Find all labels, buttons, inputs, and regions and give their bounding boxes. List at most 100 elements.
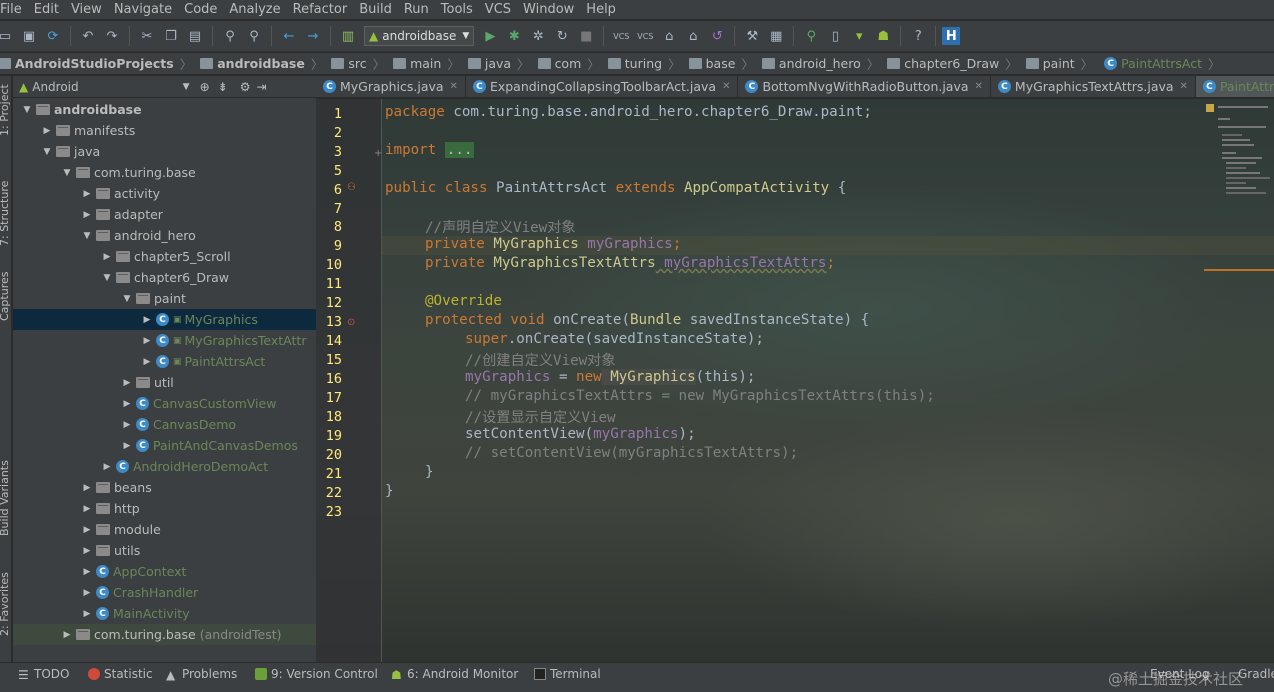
tree-class-item[interactable]: ▶ C ▣ PaintAttrsAct xyxy=(13,351,316,372)
tree-class-item[interactable]: ▶ C CrashHandler xyxy=(13,582,316,603)
tree-class-item[interactable]: ▶ C ▣ MyGraphics xyxy=(13,309,316,330)
breadcrumb-item[interactable]: chapter6_Draw 〉 xyxy=(883,54,1022,73)
breadcrumb-item[interactable]: turing 〉 xyxy=(604,54,685,73)
chevron-right-icon[interactable]: ▶ xyxy=(141,357,153,367)
open-folder-icon[interactable]: ▭ xyxy=(0,25,16,47)
tree-folder-item[interactable]: ▶ com.turing.base (androidTest) xyxy=(13,624,316,645)
chevron-down-icon[interactable]: ▼ xyxy=(101,273,113,283)
settings-icon[interactable]: ⚒ xyxy=(741,25,763,47)
chevron-right-icon[interactable]: ▶ xyxy=(141,315,153,325)
chevron-right-icon[interactable]: ▶ xyxy=(81,546,93,556)
project-structure-icon[interactable]: ▦ xyxy=(765,25,787,47)
chevron-down-icon[interactable]: ▼ xyxy=(81,231,93,241)
tree-folder-item[interactable]: ▼ paint xyxy=(13,288,316,309)
chevron-down-icon[interactable]: ▼ xyxy=(183,82,190,92)
breadcrumb-item[interactable]: android_hero 〉 xyxy=(758,54,883,73)
breadcrumb-item[interactable]: base 〉 xyxy=(685,54,758,73)
menu-vcs[interactable]: VCS xyxy=(479,0,517,20)
tree-folder-item[interactable]: ▼ com.turing.base xyxy=(13,162,316,183)
tab-mygraphics-text-attrs[interactable]: C MyGraphicsTextAttrs.java ✕ xyxy=(991,76,1196,97)
cut-icon[interactable]: ✂ xyxy=(136,25,158,47)
chevron-right-icon[interactable]: ▶ xyxy=(61,630,73,640)
back-icon[interactable]: ← xyxy=(278,25,300,47)
chevron-right-icon[interactable]: ▶ xyxy=(101,252,113,262)
menu-tools[interactable]: Tools xyxy=(435,0,479,20)
copy-icon[interactable]: ❐ xyxy=(160,25,182,47)
chevron-right-icon[interactable]: ▶ xyxy=(121,378,133,388)
fold-icon[interactable]: + xyxy=(374,148,382,159)
tab-expanding-collapsing[interactable]: C ExpandingCollapsingToolbarAct.java ✕ xyxy=(466,76,739,97)
vcs-compare-icon[interactable]: ⌂ xyxy=(658,25,680,47)
menu-help[interactable]: Help xyxy=(580,0,622,20)
redo-icon[interactable]: ↷ xyxy=(101,25,123,47)
project-view-select[interactable]: Android xyxy=(32,80,78,94)
sync-gradle-icon[interactable]: ⚲ xyxy=(800,25,822,47)
override-method-icon[interactable]: ⊙ xyxy=(347,317,355,328)
captures-tool-tab[interactable]: Captures xyxy=(0,272,11,321)
paste-icon[interactable]: ▤ xyxy=(184,25,206,47)
tree-class-item[interactable]: ▶ C CanvasCustomView xyxy=(13,393,316,414)
undo-icon[interactable]: ↶ xyxy=(77,25,99,47)
vcs-commit-icon[interactable]: VCS xyxy=(634,25,656,47)
tab-bottom-nvg[interactable]: C BottomNvgWithRadioButton.java ✕ xyxy=(738,76,991,97)
menu-view[interactable]: View xyxy=(65,0,108,20)
chevron-down-icon[interactable]: ▼ xyxy=(21,105,33,115)
tree-class-item[interactable]: ▶ C AndroidHeroDemoAct xyxy=(13,456,316,477)
close-icon[interactable]: ✕ xyxy=(722,81,730,92)
run-configuration-select[interactable]: ▲ androidbase ▼ xyxy=(364,26,475,46)
chevron-right-icon[interactable]: ▶ xyxy=(81,504,93,514)
sync-icon[interactable]: ⟳ xyxy=(42,25,64,47)
tree-class-item[interactable]: ▶ C ▣ MyGraphicsTextAttr xyxy=(13,330,316,351)
vcs-update-icon[interactable]: VCS xyxy=(610,25,632,47)
tree-folder-item[interactable]: ▶ module xyxy=(13,519,316,540)
save-all-icon[interactable]: ▣ xyxy=(18,25,40,47)
close-icon[interactable]: ✕ xyxy=(975,81,983,92)
android-device-monitor-icon[interactable]: ☗ xyxy=(872,25,894,47)
breadcrumb-item[interactable]: src 〉 xyxy=(327,54,389,73)
chevron-right-icon[interactable]: ▶ xyxy=(81,189,93,199)
android-monitor-tool-button[interactable]: ☗ 6: Android Monitor xyxy=(391,667,518,682)
folded-imports[interactable]: ... xyxy=(444,142,475,158)
sdk-manager-icon[interactable]: ▾ xyxy=(848,25,870,47)
menu-build[interactable]: Build xyxy=(353,0,398,20)
breadcrumb-item[interactable]: main 〉 xyxy=(389,54,464,73)
menu-analyze[interactable]: Analyze xyxy=(223,0,286,20)
tab-paint-attrs-act[interactable]: CPaintAttrsAct.java xyxy=(1195,76,1274,97)
avd-manager-icon[interactable]: ▯ xyxy=(824,25,846,47)
collapse-all-icon[interactable]: ⇟ xyxy=(218,80,228,94)
gear-icon[interactable]: ⚙ xyxy=(240,80,251,94)
problems-tool-button[interactable]: ▲ Problems xyxy=(166,667,237,682)
close-icon[interactable]: ✕ xyxy=(1180,81,1188,92)
tab-mygraphics[interactable]: C MyGraphics.java ✕ xyxy=(316,76,466,97)
chevron-right-icon[interactable]: ▶ xyxy=(121,441,133,451)
tree-folder-item[interactable]: ▼ java xyxy=(13,141,316,162)
statistic-tool-button[interactable]: Statistic xyxy=(88,667,153,681)
chevron-right-icon[interactable]: ▶ xyxy=(81,525,93,535)
chevron-right-icon[interactable]: ▶ xyxy=(101,462,113,472)
tree-class-item[interactable]: ▶ C PaintAndCanvasDemos xyxy=(13,435,316,456)
version-control-tool-button[interactable]: 9: Version Control xyxy=(255,667,378,681)
menu-edit[interactable]: Edit xyxy=(28,0,65,20)
todo-tool-button[interactable]: ☰ TODO xyxy=(18,667,69,682)
tree-folder-item[interactable]: ▶ chapter5_Scroll xyxy=(13,246,316,267)
gradle-tool-button[interactable]: Gradle xyxy=(1238,667,1274,681)
chevron-down-icon[interactable]: ▼ xyxy=(121,294,133,304)
vcs-revert-icon[interactable]: ↺ xyxy=(706,25,728,47)
tree-folder-item[interactable]: ▶ utils xyxy=(13,540,316,561)
tree-folder-item[interactable]: ▶ activity xyxy=(13,183,316,204)
tree-folder-item[interactable]: ▶ beans xyxy=(13,477,316,498)
chevron-right-icon[interactable]: ▶ xyxy=(141,336,153,346)
hide-icon[interactable]: ⇥ xyxy=(256,80,266,94)
project-tool-tab[interactable]: 1: Project xyxy=(0,84,11,136)
chevron-right-icon[interactable]: ▶ xyxy=(81,609,93,619)
breadcrumb-item[interactable]: com 〉 xyxy=(534,54,604,73)
menu-window[interactable]: Window xyxy=(517,0,580,20)
tree-folder-item[interactable]: ▶ http xyxy=(13,498,316,519)
structure-tool-tab[interactable]: 7: Structure xyxy=(0,181,11,246)
menu-navigate[interactable]: Navigate xyxy=(108,0,178,20)
breadcrumb-item[interactable]: paint 〉 xyxy=(1022,54,1097,73)
chevron-right-icon[interactable]: ▶ xyxy=(81,210,93,220)
chevron-down-icon[interactable]: ▼ xyxy=(61,168,73,178)
tree-folder-item[interactable]: ▶ adapter xyxy=(13,204,316,225)
make-project-icon[interactable]: ▥ xyxy=(337,25,359,47)
